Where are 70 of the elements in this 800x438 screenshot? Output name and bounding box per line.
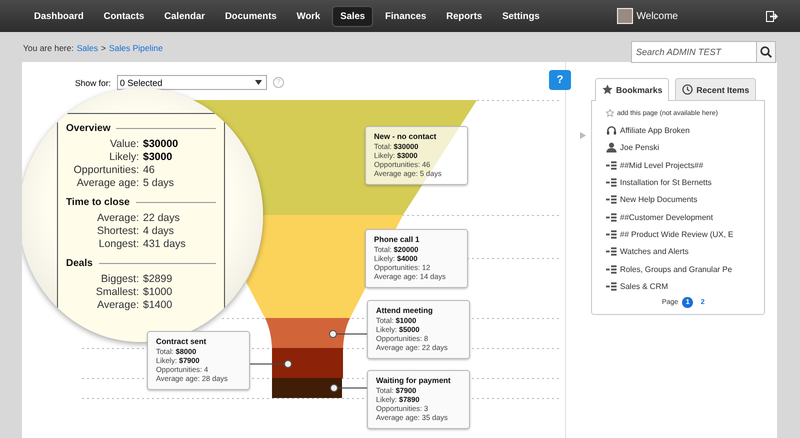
stat-label: Average age: (76, 177, 139, 190)
avatar-picture[interactable] (616, 8, 632, 24)
stat-value: 431 days (143, 238, 187, 251)
nav-tab[interactable]: Sales (332, 6, 374, 26)
headset-icon (606, 125, 617, 136)
breadcrumb-link[interactable]: Sales (76, 43, 98, 53)
stat-label: Opportunities: (72, 164, 139, 177)
breadcrumb-separator: > (101, 43, 106, 53)
nav-tab[interactable]: Finances (377, 6, 434, 26)
stat-value: 46 (143, 164, 156, 177)
stat-value: 22 days (143, 212, 181, 225)
nav-tab[interactable]: Contacts (96, 6, 152, 26)
logout-icon[interactable] (766, 10, 778, 22)
hierarchy-icon (606, 212, 617, 222)
hierarchy-icon (606, 195, 617, 204)
nav-tab[interactable]: Documents (216, 6, 285, 26)
bookmark-item[interactable]: Roles, Groups and Granular Pe (606, 260, 764, 278)
stat-label: Average: (96, 299, 139, 312)
help-marker[interactable]: ? (549, 70, 571, 90)
welcome-text: Welcome (636, 10, 678, 22)
stat-label: Likely: (108, 151, 139, 164)
stat-label: Value: (109, 138, 139, 151)
hierarchy-icon (606, 178, 617, 188)
stat-label: Biggest: (100, 273, 139, 286)
search-field[interactable]: Search ADMIN TEST (631, 41, 757, 63)
person-icon (606, 142, 617, 154)
bookmark-item[interactable]: ## Product Wide Review (UX, E (606, 226, 764, 244)
sidebar-tab[interactable]: Recent Items (675, 78, 756, 100)
hierarchy-icon (606, 247, 617, 256)
bookmark-item[interactable]: Affiliate App Broken (606, 122, 764, 140)
hierarchy-icon (606, 230, 617, 239)
clock-icon (682, 84, 694, 95)
breadcrumb-label: You are here: (23, 43, 74, 53)
nav-tab[interactable]: Reports (438, 6, 490, 26)
stat-value: $3000 (143, 151, 174, 164)
caret-icon (254, 80, 262, 85)
hierarchy-icon (606, 264, 617, 274)
stat-label: Smallest: (94, 286, 139, 299)
stat-value: $1000 (143, 286, 174, 299)
nav-tab[interactable]: Work (288, 6, 328, 26)
pointer-icon (580, 132, 586, 139)
hierarchy-icon (606, 160, 617, 170)
search-icon (760, 46, 772, 58)
stat-label: Average: (96, 212, 139, 225)
stat-value: 5 days (143, 177, 175, 190)
sidebar-tab[interactable]: Bookmarks (595, 78, 670, 101)
stat-label: Longest: (98, 238, 139, 251)
section-title: Time to close (66, 197, 130, 208)
show-for-label: Show for: (75, 78, 111, 88)
section-title: Deals (66, 258, 93, 269)
stat-label: Shortest: (96, 225, 139, 238)
nav-tab[interactable]: Settings (494, 6, 548, 26)
bookmark-item[interactable]: ##Customer Development (606, 208, 764, 226)
section-title: Overview (66, 123, 110, 134)
search-button[interactable] (757, 41, 776, 63)
stat-value: $1400 (143, 299, 174, 312)
bookmark-item[interactable]: Joe Penski (606, 139, 764, 157)
hierarchy-icon (606, 282, 617, 291)
bookmark-item[interactable]: New Help Documents (606, 191, 764, 208)
star-icon (602, 84, 613, 95)
stat-value: $30000 (143, 138, 180, 151)
bookmark-item[interactable]: Sales & CRM (606, 278, 764, 295)
star-outline-icon (606, 109, 614, 117)
nav-tab[interactable]: Calendar (156, 6, 213, 26)
nav-tab[interactable]: Dashboard (26, 6, 92, 26)
bookmark-item[interactable]: Watches and Alerts (606, 243, 764, 260)
bookmark-item[interactable]: Installation for St Bernetts (606, 174, 764, 192)
bookmark-item[interactable]: ##Mid Level Projects## (606, 156, 764, 174)
stat-value: 4 days (143, 225, 175, 238)
stat-value: $2899 (143, 273, 174, 286)
